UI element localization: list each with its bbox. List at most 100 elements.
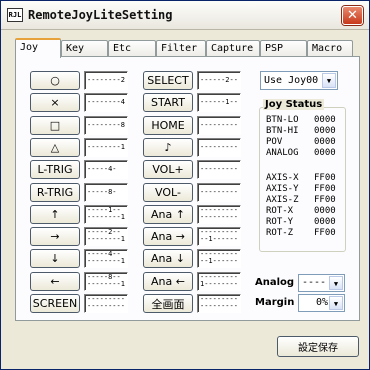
left-map-button-label: → — [50, 230, 60, 243]
status-name: AXIS-X — [266, 173, 299, 183]
analog-select-value: ---- — [302, 277, 327, 288]
mid-map-button-1[interactable]: START — [143, 93, 193, 112]
binding-line: ------1-- — [200, 98, 238, 106]
binding-line: --------- — [200, 213, 238, 221]
tab-psp[interactable]: PSP — [260, 40, 307, 57]
chevron-down-icon[interactable]: ▼ — [329, 296, 343, 310]
left-map-button-label: ↑ — [50, 208, 60, 221]
mid-binding-display: --------- --1------ — [197, 249, 241, 268]
left-map-button-2[interactable]: □ — [30, 116, 80, 135]
status-name: ROT-Y — [266, 217, 294, 227]
left-map-button-6[interactable]: ↑ — [30, 205, 80, 224]
binding-line: --------4 — [87, 98, 125, 106]
tab-etc[interactable]: Etc — [108, 40, 156, 57]
mid-map-button-0[interactable]: SELECT — [143, 71, 193, 90]
tab-capture[interactable]: Capture — [206, 40, 260, 57]
binding-line: --------1 — [87, 257, 125, 265]
mid-map-button-label: Ana ↓ — [151, 252, 185, 265]
mid-map-button-label: SELECT — [147, 74, 189, 87]
margin-select[interactable]: 0% ▼ — [298, 294, 345, 312]
joystick-select-value: Use Joy00 — [264, 75, 319, 86]
mid-map-button-label: VOL- — [155, 186, 181, 199]
mid-map-button-label: HOME — [151, 119, 185, 132]
binding-line: --------- — [87, 302, 125, 310]
mid-binding-display: --------- — [197, 183, 241, 202]
left-map-button-1[interactable]: × — [30, 93, 80, 112]
mid-map-button-6[interactable]: Ana ↑ — [143, 205, 193, 224]
left-binding-display: --------4 — [84, 93, 128, 112]
left-map-button-label: ○ — [50, 74, 60, 87]
status-name: ANALOG — [266, 148, 299, 158]
binding-line: ------2-- — [200, 76, 238, 84]
left-map-button-7[interactable]: → — [30, 227, 80, 246]
left-binding-display: -----4-- --------1 — [84, 249, 128, 268]
status-value: 0000 — [314, 217, 336, 227]
left-map-button-3[interactable]: △ — [30, 138, 80, 157]
mid-map-button-4[interactable]: VOL+ — [143, 160, 193, 179]
app-icon: RJL — [7, 8, 23, 22]
chevron-down-icon[interactable]: ▼ — [329, 276, 343, 290]
left-map-button-label: ← — [50, 275, 60, 288]
binding-line: --------1 — [87, 235, 125, 243]
joystick-select[interactable]: Use Joy00 ▼ — [260, 71, 338, 90]
left-map-button-label: R-TRIG — [36, 186, 74, 199]
mid-map-button-8[interactable]: Ana ↓ — [143, 249, 193, 268]
tab-macro[interactable]: Macro — [307, 40, 353, 57]
mid-map-button-label: START — [151, 96, 185, 109]
status-name: BTN-LO — [266, 115, 299, 125]
tab-filter[interactable]: Filter — [156, 40, 206, 57]
mid-map-button-10[interactable]: 全画面 — [143, 294, 193, 313]
left-map-button-0[interactable]: ○ — [30, 71, 80, 90]
left-map-button-10[interactable]: SCREEN — [30, 294, 80, 313]
mid-map-button-5[interactable]: VOL- — [143, 183, 193, 202]
tab-bar: Joy Key Etc Filter Capture PSP Macro — [15, 38, 360, 58]
binding-line: --------2 — [87, 76, 125, 84]
analog-select[interactable]: ---- ▼ — [298, 274, 345, 292]
mid-map-button-9[interactable]: Ana ← — [143, 272, 193, 291]
left-binding-display: --------8 — [84, 116, 128, 135]
mid-map-button-2[interactable]: HOME — [143, 116, 193, 135]
left-map-button-label: SCREEN — [32, 297, 78, 310]
status-name: AXIS-Y — [266, 184, 299, 194]
status-value: FF00 — [314, 195, 336, 205]
left-binding-display: --------- --------- — [84, 294, 128, 313]
left-map-button-label: ↓ — [50, 252, 60, 265]
status-value: 0000 — [314, 148, 336, 158]
left-map-button-9[interactable]: ← — [30, 272, 80, 291]
status-name: ROT-X — [266, 206, 294, 216]
status-value: FF00 — [314, 184, 336, 194]
mid-map-button-label: 全画面 — [151, 297, 185, 311]
left-map-button-5[interactable]: R-TRIG — [30, 183, 80, 202]
left-map-button-8[interactable]: ↓ — [30, 249, 80, 268]
left-binding-display: --------1 — [84, 138, 128, 157]
tab-key[interactable]: Key — [61, 40, 108, 57]
left-binding-display: -----2-- --------1 — [84, 227, 128, 246]
mid-map-button-3[interactable]: ♪ — [143, 138, 193, 157]
mid-binding-display: --------- 1-------- — [197, 272, 241, 291]
status-name: ROT-Z — [266, 228, 294, 238]
mid-binding-display: --------- — [197, 116, 241, 135]
binding-line: --------- — [200, 165, 238, 173]
status-value: 0000 — [314, 206, 336, 216]
mid-map-button-label: Ana ← — [151, 275, 185, 288]
status-value: 0000 — [314, 137, 336, 147]
left-map-button-label: L-TRIG — [37, 163, 73, 176]
margin-label: Margin — [255, 297, 295, 308]
binding-line: --1------ — [200, 235, 238, 243]
save-settings-button[interactable]: 設定保存 — [277, 336, 359, 357]
binding-line: --------- — [200, 302, 238, 310]
title-bar[interactable]: RJL RemoteJoyLiteSetting ✕ — [1, 1, 369, 30]
mid-binding-display: --------- — [197, 138, 241, 157]
left-binding-display: -----1-- --------1 — [84, 205, 128, 224]
binding-line: -----4- — [87, 165, 117, 173]
mid-map-button-7[interactable]: Ana → — [143, 227, 193, 246]
tab-joy[interactable]: Joy — [15, 38, 61, 58]
status-name: AXIS-Z — [266, 195, 299, 205]
close-button[interactable]: ✕ — [342, 6, 363, 25]
binding-line: --------- — [200, 188, 238, 196]
joy-status-title: Joy Status — [263, 99, 325, 110]
chevron-down-icon[interactable]: ▼ — [322, 73, 336, 88]
analog-label: Analog — [255, 277, 295, 288]
binding-line: --1------ — [200, 257, 238, 265]
left-map-button-4[interactable]: L-TRIG — [30, 160, 80, 179]
